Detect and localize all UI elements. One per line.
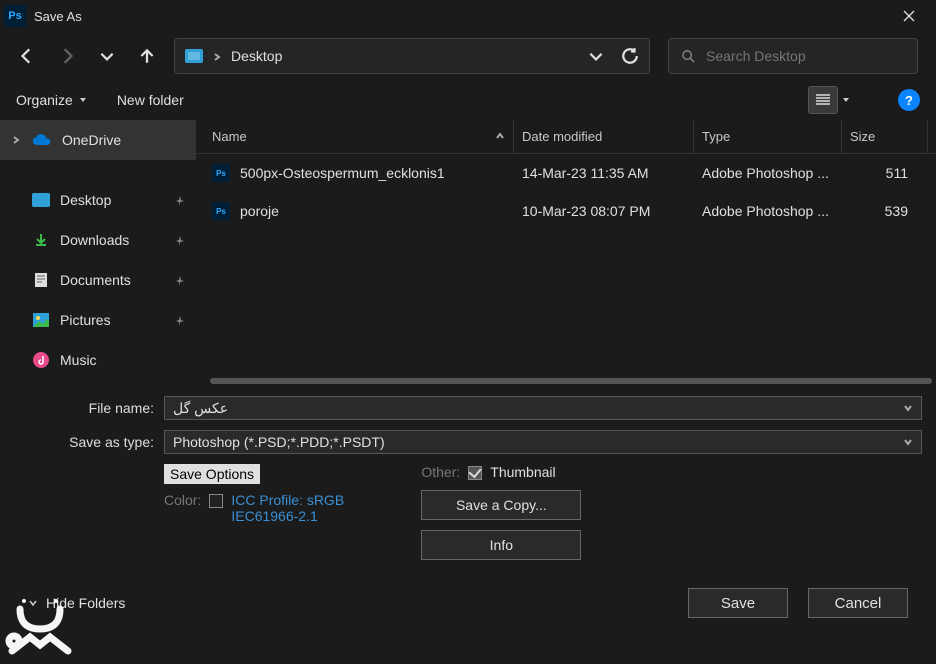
sort-icon bbox=[495, 129, 505, 144]
file-size: 511 bbox=[842, 165, 928, 181]
titlebar: Ps Save As bbox=[0, 0, 936, 32]
chevron-down-icon[interactable] bbox=[903, 400, 913, 416]
pin-icon bbox=[174, 274, 186, 286]
toolbar: Organize New folder ? bbox=[0, 80, 936, 120]
save-button[interactable]: Save bbox=[688, 588, 788, 618]
icc-profile-checkbox[interactable] bbox=[209, 494, 223, 508]
breadcrumb-bar[interactable]: Desktop bbox=[174, 38, 650, 74]
psd-file-icon: Ps bbox=[212, 202, 230, 220]
documents-icon bbox=[32, 271, 50, 289]
hide-folders-label: Hide Folders bbox=[46, 595, 125, 611]
column-name[interactable]: Name bbox=[204, 120, 514, 153]
tree-label: Music bbox=[60, 352, 97, 368]
tree-item-documents[interactable]: Documents bbox=[0, 260, 196, 300]
tree-label: OneDrive bbox=[62, 132, 121, 148]
pictures-icon bbox=[32, 311, 50, 329]
recent-dropdown[interactable] bbox=[98, 47, 116, 65]
back-button[interactable] bbox=[18, 47, 36, 65]
breadcrumb-location[interactable]: Desktop bbox=[231, 48, 282, 64]
tree-item-downloads[interactable]: Downloads bbox=[0, 220, 196, 260]
hide-folders-button[interactable]: Hide Folders bbox=[28, 595, 125, 611]
column-size[interactable]: Size bbox=[842, 120, 928, 153]
window-title: Save As bbox=[34, 9, 886, 24]
chevron-down-icon bbox=[28, 598, 38, 608]
column-headers: Name Date modified Type Size bbox=[196, 120, 936, 154]
tree-label: Downloads bbox=[60, 232, 129, 248]
desktop-icon bbox=[185, 49, 203, 63]
info-button[interactable]: Info bbox=[421, 530, 581, 560]
desktop-folder-icon bbox=[32, 193, 50, 207]
tree-item-desktop[interactable]: Desktop bbox=[0, 180, 196, 220]
file-type: Adobe Photoshop ... bbox=[694, 203, 842, 219]
horizontal-scrollbar[interactable] bbox=[196, 376, 936, 386]
icc-profile-link[interactable]: ICC Profile: sRGB IEC61966-2.1 bbox=[231, 492, 381, 524]
save-options-heading: Save Options bbox=[164, 464, 260, 484]
view-dropdown-icon[interactable] bbox=[842, 96, 850, 104]
tree-item-music[interactable]: Music bbox=[0, 340, 196, 380]
new-folder-button[interactable]: New folder bbox=[117, 92, 184, 108]
save-type-label: Save as type: bbox=[14, 434, 154, 450]
thumbnail-label: Thumbnail bbox=[490, 464, 555, 480]
file-name: poroje bbox=[240, 203, 279, 219]
chevron-down-icon[interactable] bbox=[903, 434, 913, 450]
thumbnail-checkbox[interactable] bbox=[468, 466, 482, 480]
column-date[interactable]: Date modified bbox=[514, 120, 694, 153]
file-date: 14-Mar-23 11:35 AM bbox=[514, 165, 694, 181]
file-list: Ps 500px-Osteospermum_ecklonis1 14-Mar-23… bbox=[196, 154, 936, 376]
file-date: 10-Mar-23 08:07 PM bbox=[514, 203, 694, 219]
save-panel: File name: عکس گل Save as type: Photosho… bbox=[0, 386, 936, 632]
onedrive-icon bbox=[32, 133, 52, 147]
file-type: Adobe Photoshop ... bbox=[694, 165, 842, 181]
search-input[interactable] bbox=[706, 48, 905, 64]
save-type-value: Photoshop (*.PSD;*.PDD;*.PSDT) bbox=[173, 434, 903, 450]
pin-icon bbox=[174, 194, 186, 206]
pin-icon bbox=[174, 314, 186, 326]
list-view-icon bbox=[816, 94, 830, 106]
file-size: 539 bbox=[842, 203, 928, 219]
file-row[interactable]: Ps poroje 10-Mar-23 08:07 PM Adobe Photos… bbox=[196, 192, 936, 230]
close-button[interactable] bbox=[886, 0, 932, 32]
help-button[interactable]: ? bbox=[898, 89, 920, 111]
tree-label: Documents bbox=[60, 272, 131, 288]
view-mode-button[interactable] bbox=[808, 86, 838, 114]
file-name-input[interactable]: عکس گل bbox=[164, 396, 922, 420]
nav-row: Desktop bbox=[0, 32, 936, 80]
file-name-label: File name: bbox=[14, 400, 154, 416]
photoshop-app-icon: Ps bbox=[4, 5, 26, 27]
organize-button[interactable]: Organize bbox=[16, 92, 87, 108]
other-label: Other: bbox=[421, 464, 460, 480]
music-icon bbox=[32, 351, 50, 369]
pin-icon bbox=[174, 234, 186, 246]
tree-item-pictures[interactable]: Pictures bbox=[0, 300, 196, 340]
file-name-value: عکس گل bbox=[173, 400, 903, 417]
downloads-icon bbox=[32, 231, 50, 249]
up-button[interactable] bbox=[138, 47, 156, 65]
color-label: Color: bbox=[164, 492, 201, 508]
refresh-button[interactable] bbox=[621, 47, 639, 65]
file-row[interactable]: Ps 500px-Osteospermum_ecklonis1 14-Mar-23… bbox=[196, 154, 936, 192]
tree-item-onedrive[interactable]: OneDrive bbox=[0, 120, 196, 160]
save-type-select[interactable]: Photoshop (*.PSD;*.PDD;*.PSDT) bbox=[164, 430, 922, 454]
file-name: 500px-Osteospermum_ecklonis1 bbox=[240, 165, 445, 181]
breadcrumb-dropdown[interactable] bbox=[587, 47, 605, 65]
psd-file-icon: Ps bbox=[212, 164, 230, 182]
organize-label: Organize bbox=[16, 92, 73, 108]
forward-button[interactable] bbox=[58, 47, 76, 65]
save-a-copy-button[interactable]: Save a Copy... bbox=[421, 490, 581, 520]
tree-label: Pictures bbox=[60, 312, 111, 328]
search-bar[interactable] bbox=[668, 38, 918, 74]
column-type[interactable]: Type bbox=[694, 120, 842, 153]
search-icon bbox=[681, 49, 696, 64]
folder-tree: OneDrive Desktop Downloads Documents Pic… bbox=[0, 120, 196, 386]
cancel-button[interactable]: Cancel bbox=[808, 588, 908, 618]
tree-label: Desktop bbox=[60, 192, 111, 208]
